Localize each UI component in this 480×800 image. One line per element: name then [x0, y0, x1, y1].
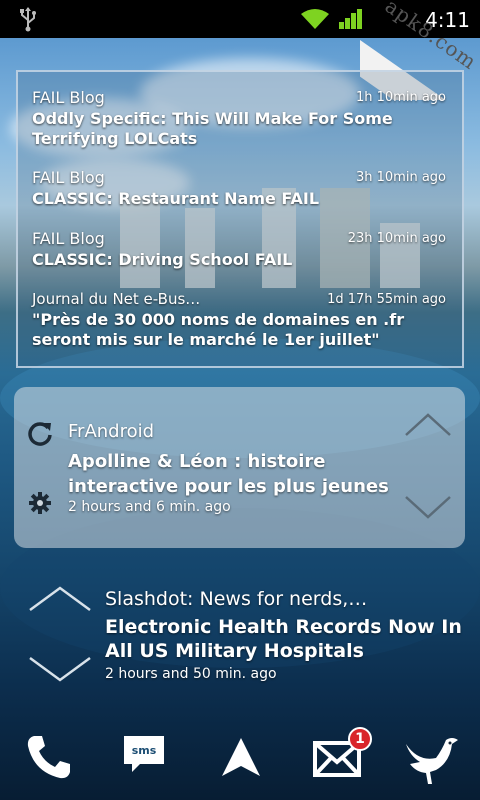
feed-source: Slashdot: News for nerds,…: [105, 588, 368, 610]
feed-widget-failblog[interactable]: FAIL Blog 1h 10min ago Oddly Specific: T…: [16, 70, 464, 368]
feed-item-time: 23h 10min ago: [347, 231, 446, 246]
feed-item[interactable]: FAIL Blog 23h 10min ago CLASSIC: Driving…: [32, 229, 450, 270]
feed-item[interactable]: Journal du Net e-Bus… 1d 17h 55min ago "…: [32, 290, 450, 350]
feed-item-title: "Près de 30 000 noms de domaines en .fr …: [32, 310, 405, 349]
feed-item-time: 1h 10min ago: [355, 90, 446, 105]
gear-icon[interactable]: [28, 491, 52, 515]
feed-time: 2 hours and 50 min. ago: [105, 666, 277, 682]
dock: sms 1: [0, 724, 480, 800]
wifi-icon: [301, 9, 329, 29]
app-drawer-icon[interactable]: [216, 732, 266, 782]
chevron-up-icon[interactable]: [404, 411, 452, 439]
refresh-icon[interactable]: [26, 419, 54, 447]
feed-widget-frandroid[interactable]: FrAndroid Apolline & Léon : histoire int…: [14, 387, 465, 548]
twitter-bird-icon[interactable]: [402, 732, 462, 788]
watermark-text: apk8.com: [380, 0, 480, 75]
usb-icon: [20, 7, 36, 32]
sms-label: sms: [131, 744, 157, 757]
feed-widget-slashdot[interactable]: Slashdot: News for nerds,… Electronic He…: [0, 580, 480, 690]
phone-icon[interactable]: [24, 732, 74, 782]
chevron-up-icon[interactable]: [28, 584, 92, 614]
feed-title[interactable]: Electronic Health Records Now In All US …: [105, 615, 465, 663]
sms-icon[interactable]: sms: [122, 732, 166, 782]
email-unread-badge: 1: [348, 727, 372, 751]
feed-item-title: CLASSIC: Restaurant Name FAIL: [32, 189, 320, 208]
chevron-down-icon[interactable]: [28, 654, 92, 684]
feed-item-time: 3h 10min ago: [355, 170, 446, 185]
status-bar: 4:11 apk8.com: [0, 0, 480, 100]
feed-item[interactable]: FAIL Blog 1h 10min ago Oddly Specific: T…: [32, 88, 450, 149]
feed-item-title: CLASSIC: Driving School FAIL: [32, 250, 293, 269]
feed-time: 2 hours and 6 min. ago: [68, 499, 231, 515]
chevron-down-icon[interactable]: [404, 493, 452, 521]
feed-item-title: Oddly Specific: This Will Make For Some …: [32, 109, 393, 148]
feed-item-time: 1d 17h 55min ago: [327, 292, 446, 307]
feed-source: FrAndroid: [68, 421, 155, 442]
feed-item[interactable]: FAIL Blog 3h 10min ago CLASSIC: Restaura…: [32, 168, 450, 209]
feed-title[interactable]: Apolline & Léon : histoire interactive p…: [68, 449, 398, 499]
